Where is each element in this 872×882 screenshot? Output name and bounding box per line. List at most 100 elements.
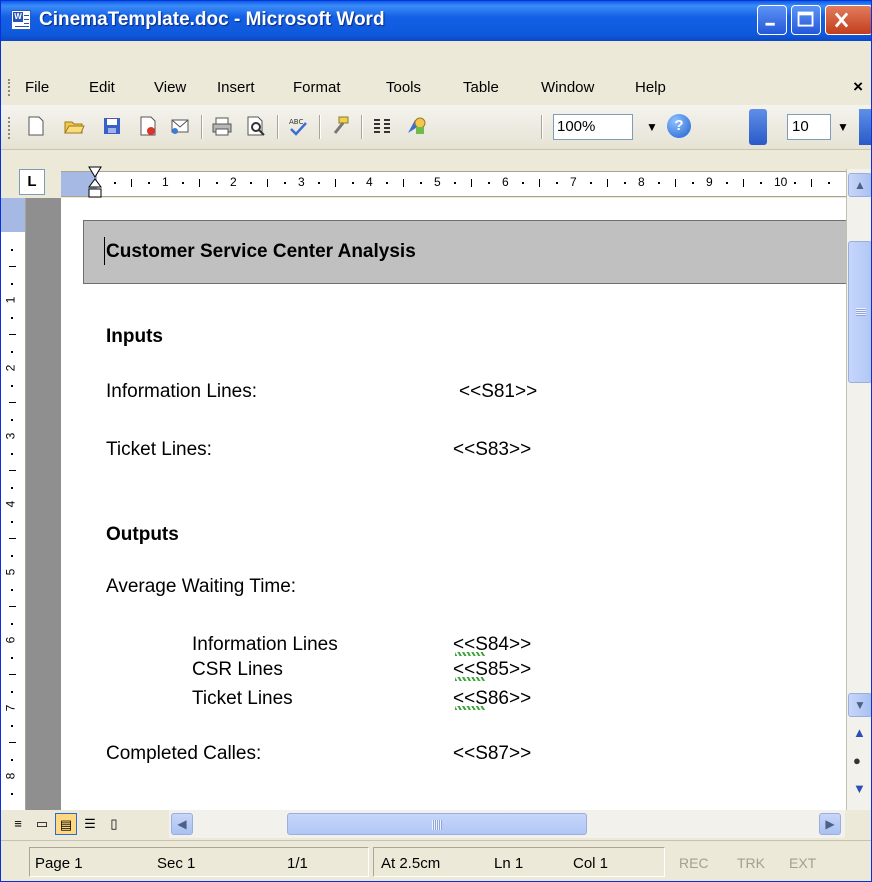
new-document-icon[interactable] xyxy=(25,115,47,137)
ruler-tick xyxy=(216,182,218,184)
ruler-tick xyxy=(11,453,13,455)
ruler-number: 1 xyxy=(3,296,18,304)
ruler-tick xyxy=(11,555,13,557)
menu-help[interactable]: Help xyxy=(635,79,666,96)
ruler-tick xyxy=(11,691,13,693)
info-lines-value: <<S81>> xyxy=(459,381,538,402)
ruler-number: 2 xyxy=(230,175,237,189)
ruler-tick xyxy=(131,179,132,187)
spelling-icon[interactable]: ABC xyxy=(287,115,309,137)
status-rec[interactable]: REC xyxy=(679,855,709,871)
ruler-tick xyxy=(420,182,422,184)
ruler-tick xyxy=(335,179,336,187)
ruler-tick xyxy=(760,182,762,184)
print-preview-icon[interactable] xyxy=(245,115,267,137)
zoom-dropdown-icon[interactable]: ▼ xyxy=(641,114,663,140)
outputs-heading: Outputs xyxy=(106,524,179,545)
text-cursor xyxy=(104,237,105,265)
tab-selector-button[interactable]: L xyxy=(19,169,45,195)
word-app-icon[interactable]: W xyxy=(11,10,31,30)
font-size-dropdown-icon[interactable]: ▼ xyxy=(833,114,853,140)
indent-marker-icon[interactable] xyxy=(87,165,103,201)
status-page: Page 1 xyxy=(35,855,83,872)
scroll-up-button[interactable]: ▲ xyxy=(848,173,871,197)
vertical-scrollbar[interactable]: ▲ ▼ ▲ ● ▼ xyxy=(846,169,871,810)
previous-page-icon[interactable]: ▲ xyxy=(853,725,866,740)
ruler-tick xyxy=(9,402,16,403)
ticket-lines-label: Ticket Lines: xyxy=(106,439,212,460)
ruler-tick xyxy=(11,385,13,387)
ruler-number: 6 xyxy=(502,175,509,189)
formatting-toolbar-options-button[interactable] xyxy=(859,109,871,145)
close-document-button[interactable]: × xyxy=(853,77,863,97)
status-at: At 2.5cm xyxy=(381,855,441,872)
menu-view[interactable]: View xyxy=(154,79,186,96)
columns-icon[interactable] xyxy=(371,115,393,137)
out-csr-lines-label: CSR Lines xyxy=(192,659,283,680)
horizontal-scrollbar[interactable]: ◀ ▶ xyxy=(169,810,845,838)
ruler-number: 3 xyxy=(3,432,18,440)
status-line: Ln 1 xyxy=(494,855,524,872)
ruler-tick xyxy=(11,249,13,251)
ticket-lines-value: <<S83>> xyxy=(453,439,532,460)
toolbar-grip[interactable] xyxy=(8,117,12,139)
status-ext[interactable]: EXT xyxy=(789,855,816,871)
vertical-scroll-thumb[interactable] xyxy=(848,241,871,383)
menu-window[interactable]: Window xyxy=(541,79,594,96)
ruler-tick xyxy=(11,351,13,353)
document-area[interactable]: Customer Service Center Analysis Inputs … xyxy=(26,198,846,810)
maximize-button[interactable] xyxy=(791,5,821,35)
print-layout-view-icon[interactable]: ▤ xyxy=(55,813,77,835)
format-painter-icon[interactable] xyxy=(329,115,351,137)
scroll-left-button[interactable]: ◀ xyxy=(171,813,193,835)
web-layout-view-icon[interactable]: ▭ xyxy=(31,813,53,835)
ruler-tick xyxy=(9,742,16,743)
vertical-ruler[interactable]: 1 2 3 4 5 6 7 8 xyxy=(1,198,26,810)
email-icon[interactable] xyxy=(169,115,191,137)
menu-grip[interactable] xyxy=(8,79,12,96)
horizontal-scroll-thumb[interactable] xyxy=(287,813,587,835)
out-info-lines-label: Information Lines xyxy=(192,634,338,655)
view-and-scroll-bar: ≡ ▭ ▤ ☰ ▯ ◀ ▶ xyxy=(1,810,871,838)
zoom-field[interactable]: 100% xyxy=(553,114,633,140)
ruler-number: 2 xyxy=(3,364,18,372)
menu-file[interactable]: File xyxy=(25,79,49,96)
status-trk[interactable]: TRK xyxy=(737,855,765,871)
grammar-squiggle xyxy=(455,706,485,710)
minimize-button[interactable] xyxy=(757,5,787,35)
help-icon[interactable]: ? xyxy=(667,114,691,138)
normal-view-icon[interactable]: ≡ xyxy=(7,813,29,835)
toolbar-separator xyxy=(541,115,543,139)
ruler-tick xyxy=(11,623,13,625)
scroll-right-button[interactable]: ▶ xyxy=(819,813,841,835)
font-size-field[interactable]: 10 xyxy=(787,114,831,140)
save-icon[interactable] xyxy=(101,115,123,137)
ruler-tick xyxy=(284,182,286,184)
ruler-number: 5 xyxy=(434,175,441,189)
title-bar[interactable]: W CinemaTemplate.doc - Microsoft Word xyxy=(1,1,871,41)
next-page-icon[interactable]: ▼ xyxy=(853,781,866,796)
menu-table[interactable]: Table xyxy=(463,79,499,96)
scroll-down-button[interactable]: ▼ xyxy=(848,693,871,717)
heading-box: Customer Service Center Analysis xyxy=(83,220,846,284)
menu-edit[interactable]: Edit xyxy=(89,79,115,96)
print-icon[interactable] xyxy=(211,115,233,137)
reading-layout-view-icon[interactable]: ▯ xyxy=(103,813,125,835)
permission-icon[interactable] xyxy=(137,115,159,137)
grammar-squiggle xyxy=(455,652,485,656)
ruler-tick xyxy=(11,317,13,319)
open-folder-icon[interactable] xyxy=(63,115,85,137)
document-page[interactable]: Customer Service Center Analysis Inputs … xyxy=(61,198,846,810)
menu-insert[interactable]: Insert xyxy=(217,79,255,96)
select-browse-object-icon[interactable]: ● xyxy=(853,753,861,768)
horizontal-ruler[interactable]: 1 2 3 4 5 6 7 8 9 10 xyxy=(61,171,847,197)
ruler-number: 8 xyxy=(3,772,18,780)
toolbar-separator xyxy=(319,115,321,139)
close-button[interactable] xyxy=(825,5,871,35)
toolbar-options-button[interactable] xyxy=(749,109,767,145)
ruler-tick xyxy=(11,487,13,489)
drawing-icon[interactable] xyxy=(405,115,427,137)
outline-view-icon[interactable]: ☰ xyxy=(79,813,101,835)
menu-tools[interactable]: Tools xyxy=(386,79,421,96)
menu-format[interactable]: Format xyxy=(293,79,341,96)
